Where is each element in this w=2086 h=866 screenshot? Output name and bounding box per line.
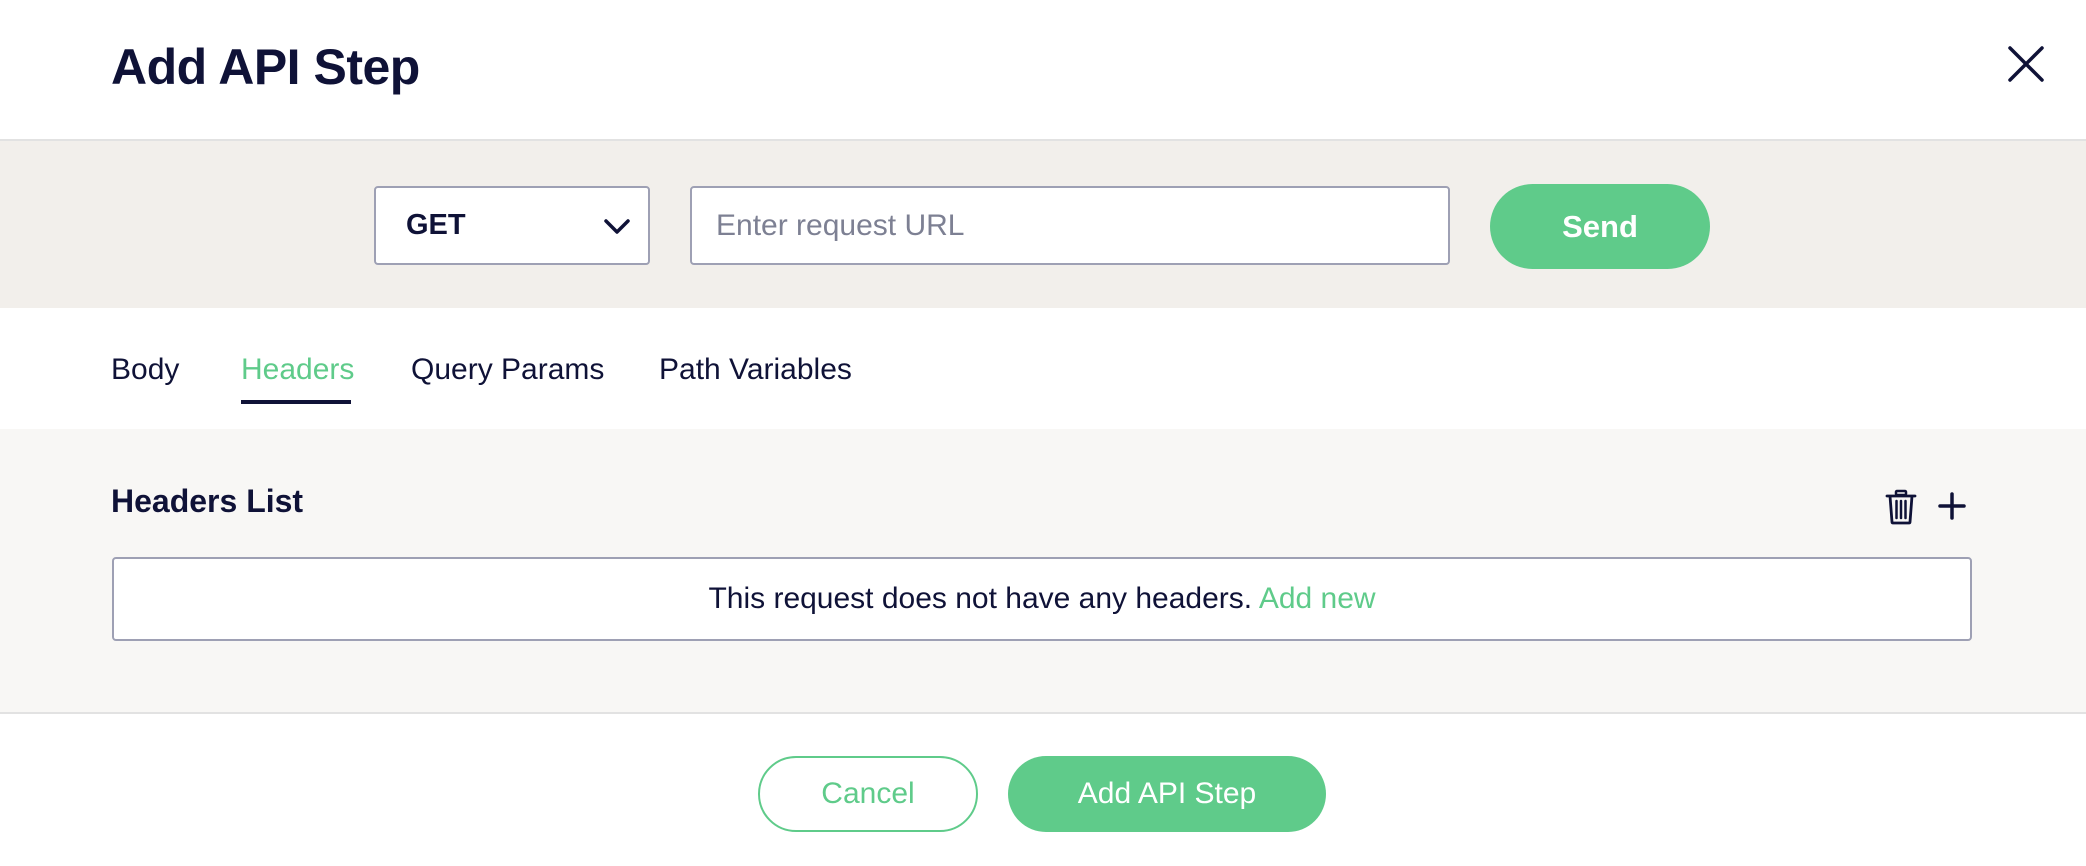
empty-message: This request does not have any headers. [708,582,1253,615]
send-button[interactable]: Send [1490,184,1710,269]
tab-path-variables[interactable]: Path Variables [659,350,852,390]
tab-body[interactable]: Body [111,350,179,390]
active-tab-indicator [241,400,351,404]
plus-icon[interactable] [1937,491,1967,521]
method-select[interactable]: GET [374,186,650,265]
dialog-title: Add API Step [111,39,420,95]
dialog-header: Add API Step [0,0,2086,141]
method-value: GET [406,209,466,241]
request-bar: GET Send [0,141,2086,308]
request-url-input[interactable] [690,186,1450,265]
cancel-button[interactable]: Cancel [758,756,978,832]
headers-panel: Headers List This request does not have … [0,429,2086,714]
trash-icon[interactable] [1885,489,1917,525]
add-new-link[interactable]: Add new [1259,582,1376,615]
headers-list-title: Headers List [111,483,304,519]
request-tabs: Body Headers Query Params Path Variables [0,308,2086,429]
headers-empty-state: This request does not have any headers. … [112,557,1972,641]
chevron-down-icon [604,219,630,234]
tab-query-params[interactable]: Query Params [411,350,604,390]
add-api-step-button[interactable]: Add API Step [1008,756,1326,832]
close-icon[interactable] [2006,44,2046,84]
dialog-footer: Cancel Add API Step [0,714,2086,866]
tab-headers[interactable]: Headers [241,350,354,390]
